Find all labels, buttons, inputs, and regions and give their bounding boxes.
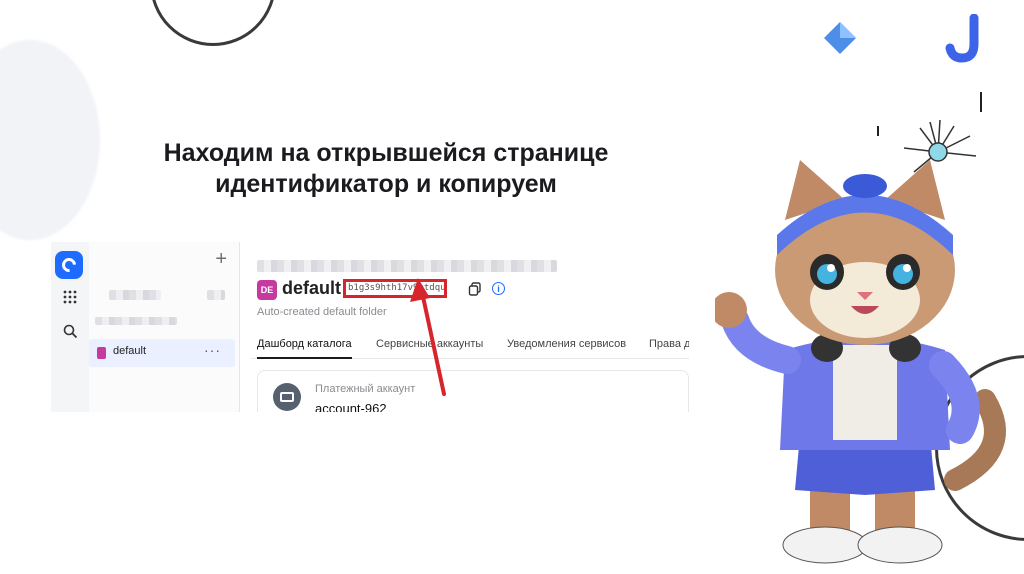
add-icon[interactable]: + [215, 248, 227, 271]
decor-circle-top [150, 0, 276, 46]
folder-navigation: + default ··· [89, 242, 240, 412]
red-arrow-icon [410, 278, 446, 396]
folder-color-badge [97, 347, 106, 359]
cloud-logo-icon[interactable] [55, 251, 83, 279]
more-icon[interactable]: ··· [204, 342, 221, 358]
copy-icon[interactable] [468, 282, 482, 296]
hook-decor-icon [945, 14, 979, 63]
sidebar-item-label: default [113, 345, 147, 357]
decor-line-small [877, 126, 879, 136]
blurred-badge [207, 290, 225, 300]
sidebar-item-default-folder[interactable]: default ··· [89, 339, 235, 367]
slide-headline: Находим на открывшейся странице идентифи… [106, 138, 666, 200]
blurred-breadcrumb [257, 260, 557, 272]
search-icon[interactable] [57, 322, 83, 348]
folder-avatar: DE [257, 280, 277, 300]
console-screenshot: + default ··· DE default b1g3s9hth17v9pt… [51, 242, 689, 412]
cat-mascot-illustration [715, 160, 1006, 564]
blurred-account-name [95, 317, 177, 325]
billing-account-card[interactable]: Платежный аккаунт account-962 [257, 370, 689, 412]
tab-service-notifications[interactable]: Уведомления сервисов [507, 338, 626, 350]
billing-icon [273, 383, 301, 411]
headline-line-1: Находим на открывшейся странице [163, 139, 609, 167]
tab-dashboard[interactable]: Дашборд каталога [257, 338, 352, 359]
background-blob [0, 40, 100, 240]
info-icon[interactable]: i [492, 282, 505, 295]
headline-line-2: идентификатор и копируем [215, 170, 557, 198]
folder-description: Auto-created default folder [257, 306, 387, 318]
tab-access-rights[interactable]: Права д [649, 338, 689, 350]
decor-line [980, 92, 982, 112]
folder-tabs: Дашборд каталога Сервисные аккаунты Увед… [251, 336, 689, 359]
billing-account-value: account-962 [315, 401, 387, 412]
blurred-cloud-name [109, 290, 161, 300]
folder-title: default [282, 278, 342, 298]
presentation-slide: Находим на открывшейся странице идентифи… [0, 0, 1024, 574]
apps-grid-icon[interactable] [57, 287, 83, 313]
diamond-decor-icon [824, 22, 856, 54]
console-sidebar-rail [51, 242, 90, 412]
folder-page: DE default b1g3s9hth17v9ptdqu i Auto-cre… [251, 242, 689, 412]
